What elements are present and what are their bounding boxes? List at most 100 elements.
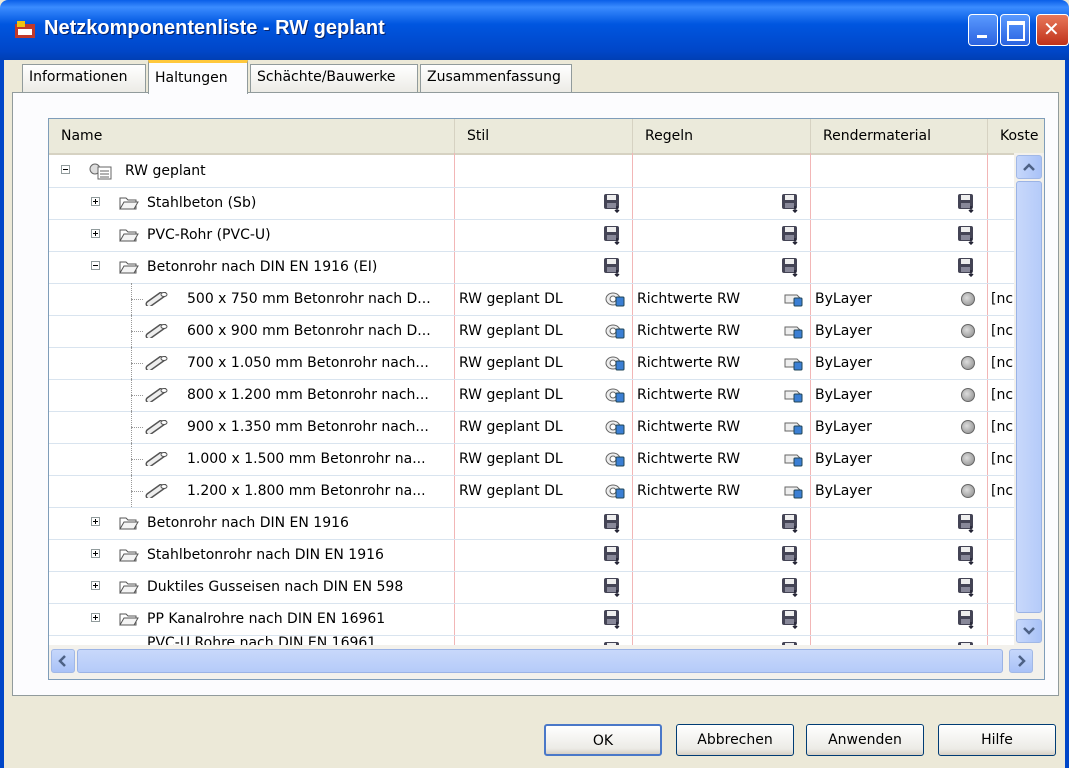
style-picker-icon[interactable] <box>605 419 625 435</box>
save-style-icon[interactable] <box>603 609 623 630</box>
vertical-scrollbar[interactable] <box>1014 153 1044 645</box>
save-style-icon[interactable] <box>603 193 623 214</box>
save-style-icon[interactable] <box>603 257 623 278</box>
rules-picker-icon[interactable] <box>783 323 803 339</box>
column-header-kosten[interactable]: Koste <box>988 119 1044 153</box>
close-button[interactable] <box>1036 14 1069 46</box>
row-style: RW geplant DL <box>459 483 563 499</box>
material-sphere-icon[interactable] <box>961 452 975 466</box>
column-header-rendermaterial[interactable]: Rendermaterial <box>811 119 988 153</box>
save-material-icon[interactable] <box>957 257 977 278</box>
save-style-icon[interactable] <box>603 225 623 246</box>
tree-folder-row[interactable]: PVC-Rohr (PVC-U) <box>49 219 1014 252</box>
save-style-icon[interactable] <box>603 513 623 534</box>
expand-toggle[interactable] <box>91 581 100 590</box>
material-sphere-icon[interactable] <box>961 324 975 338</box>
column-header-name[interactable]: Name <box>49 119 455 153</box>
rules-picker-icon[interactable] <box>783 291 803 307</box>
row-material: ByLayer <box>815 323 872 339</box>
horizontal-scroll-thumb[interactable] <box>77 649 1003 673</box>
save-rules-icon[interactable] <box>781 513 801 534</box>
rules-picker-icon[interactable] <box>783 483 803 499</box>
save-material-icon[interactable] <box>957 225 977 246</box>
save-material-icon[interactable] <box>957 193 977 214</box>
rules-picker-icon[interactable] <box>783 451 803 467</box>
pipe-row[interactable]: 700 x 1.050 mm Betonrohr nach... RW gepla… <box>49 347 1014 380</box>
save-style-icon[interactable] <box>603 577 623 598</box>
rules-picker-icon[interactable] <box>783 355 803 371</box>
apply-button[interactable]: Anwenden <box>806 724 924 756</box>
row-rules: Richtwerte RW <box>637 419 741 435</box>
horizontal-scrollbar[interactable] <box>49 645 1044 679</box>
expand-toggle[interactable] <box>91 549 100 558</box>
collapse-toggle[interactable] <box>61 165 70 174</box>
pipe-row[interactable]: 500 x 750 mm Betonrohr nach D... RW gepla… <box>49 283 1014 316</box>
collapse-toggle[interactable] <box>91 261 100 270</box>
save-material-icon[interactable] <box>957 577 977 598</box>
pipe-row[interactable]: 600 x 900 mm Betonrohr nach D... RW gepla… <box>49 315 1014 348</box>
maximize-button[interactable] <box>1000 14 1030 46</box>
tab-informationen[interactable]: Informationen <box>22 64 146 92</box>
tree-folder-row[interactable]: PP Kanalrohre nach DIN EN 16961 <box>49 603 1014 636</box>
save-rules-icon[interactable] <box>781 193 801 214</box>
material-sphere-icon[interactable] <box>961 484 975 498</box>
save-material-icon[interactable] <box>957 609 977 630</box>
row-material: ByLayer <box>815 355 872 371</box>
material-sphere-icon[interactable] <box>961 388 975 402</box>
save-rules-icon[interactable] <box>781 225 801 246</box>
minimize-button[interactable] <box>968 14 998 46</box>
title-bar[interactable]: Netzkomponentenliste - RW geplant <box>0 0 1069 60</box>
column-header-regeln[interactable]: Regeln <box>633 119 811 153</box>
style-picker-icon[interactable] <box>605 355 625 371</box>
save-rules-icon[interactable] <box>781 257 801 278</box>
tree-folder-row[interactable]: Stahlbetonrohr nach DIN EN 1916 <box>49 539 1014 572</box>
scroll-up-button[interactable] <box>1016 155 1042 179</box>
style-picker-icon[interactable] <box>605 387 625 403</box>
material-sphere-icon[interactable] <box>961 356 975 370</box>
help-button[interactable]: Hilfe <box>938 724 1056 756</box>
tab-haltungen[interactable]: Haltungen <box>148 60 248 94</box>
style-picker-icon[interactable] <box>605 323 625 339</box>
expand-toggle[interactable] <box>91 197 100 206</box>
scroll-right-button[interactable] <box>1009 649 1033 673</box>
folder-icon <box>119 260 139 274</box>
rules-picker-icon[interactable] <box>783 419 803 435</box>
scroll-left-button[interactable] <box>51 649 75 673</box>
material-sphere-icon[interactable] <box>961 292 975 306</box>
save-style-icon[interactable] <box>603 545 623 566</box>
tab-zusammenfassung[interactable]: Zusammenfassung <box>420 64 572 92</box>
column-header-stil[interactable]: Stil <box>455 119 633 153</box>
pipe-row[interactable]: 800 x 1.200 mm Betonrohr nach... RW gepla… <box>49 379 1014 412</box>
row-name: Duktiles Gusseisen nach DIN EN 598 <box>147 579 404 595</box>
style-picker-icon[interactable] <box>605 451 625 467</box>
expand-toggle[interactable] <box>91 517 100 526</box>
tree-folder-row[interactable]: Betonrohr nach DIN EN 1916 <box>49 507 1014 540</box>
material-sphere-icon[interactable] <box>961 420 975 434</box>
expand-toggle[interactable] <box>91 613 100 622</box>
save-material-icon[interactable] <box>957 545 977 566</box>
scroll-down-button[interactable] <box>1016 619 1042 643</box>
pipe-row[interactable]: 1.200 x 1.800 mm Betonrohr na... RW gepla… <box>49 475 1014 508</box>
pipe-row[interactable]: 900 x 1.350 mm Betonrohr nach... RW gepla… <box>49 411 1014 444</box>
vertical-scroll-thumb[interactable] <box>1016 181 1042 613</box>
save-material-icon[interactable] <box>957 513 977 534</box>
tree-folder-row[interactable]: Duktiles Gusseisen nach DIN EN 598 <box>49 571 1014 604</box>
rules-picker-icon[interactable] <box>783 387 803 403</box>
window-frame-left <box>0 60 4 768</box>
tree-root-row[interactable]: RW geplant <box>49 155 1014 188</box>
folder-icon <box>119 228 139 242</box>
pipe-row[interactable]: 1.000 x 1.500 mm Betonrohr na... RW gepla… <box>49 443 1014 476</box>
row-cost: [nc <box>991 291 1014 307</box>
save-rules-icon[interactable] <box>781 545 801 566</box>
style-picker-icon[interactable] <box>605 483 625 499</box>
expand-toggle[interactable] <box>91 229 100 238</box>
tree-folder-row[interactable]: Betonrohr nach DIN EN 1916 (EI) <box>49 251 1014 284</box>
tree-folder-row[interactable]: Stahlbeton (Sb) <box>49 187 1014 220</box>
tab-schaechte-bauwerke[interactable]: Schächte/Bauwerke <box>250 64 418 92</box>
style-picker-icon[interactable] <box>605 291 625 307</box>
ok-button[interactable]: OK <box>544 724 662 756</box>
component-tree-table[interactable]: Name Stil Regeln Rendermaterial Koste RW… <box>48 118 1045 680</box>
save-rules-icon[interactable] <box>781 609 801 630</box>
cancel-button[interactable]: Abbrechen <box>676 724 794 756</box>
save-rules-icon[interactable] <box>781 577 801 598</box>
